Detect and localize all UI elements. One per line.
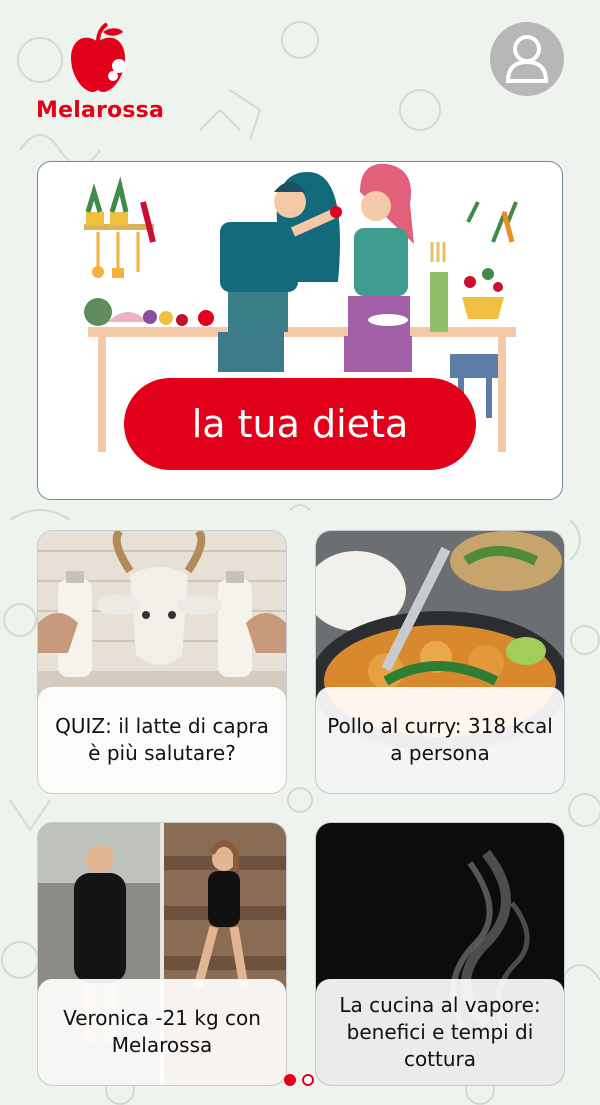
- melarossa-logo[interactable]: Melarossa: [36, 22, 164, 132]
- article-title: QUIZ: il latte di capra è più salutare?: [38, 687, 286, 793]
- article-title: La cucina al vapore: benefici e tempi di…: [316, 979, 564, 1085]
- pagination-dots: [284, 1074, 314, 1086]
- article-card-success-story[interactable]: Veronica -21 kg con Melarossa: [37, 822, 287, 1086]
- article-title: Pollo al curry: 318 kcal a persona: [316, 687, 564, 793]
- profile-button[interactable]: [490, 22, 564, 96]
- article-card-steam-cooking[interactable]: La cucina al vapore: benefici e tempi di…: [315, 822, 565, 1086]
- red-apple-icon: [71, 22, 126, 92]
- article-card-curry[interactable]: Pollo al curry: 318 kcal a persona: [315, 530, 565, 794]
- diet-hero-card[interactable]: la tua dieta: [37, 161, 563, 500]
- brand-name: Melarossa: [36, 98, 164, 123]
- article-card-goat-milk[interactable]: QUIZ: il latte di capra è più salutare?: [37, 530, 287, 794]
- article-title: Veronica -21 kg con Melarossa: [38, 979, 286, 1085]
- your-diet-button[interactable]: la tua dieta: [124, 378, 476, 470]
- page-dot-2[interactable]: [302, 1074, 314, 1086]
- page-dot-1[interactable]: [284, 1074, 296, 1086]
- user-icon: [505, 35, 549, 83]
